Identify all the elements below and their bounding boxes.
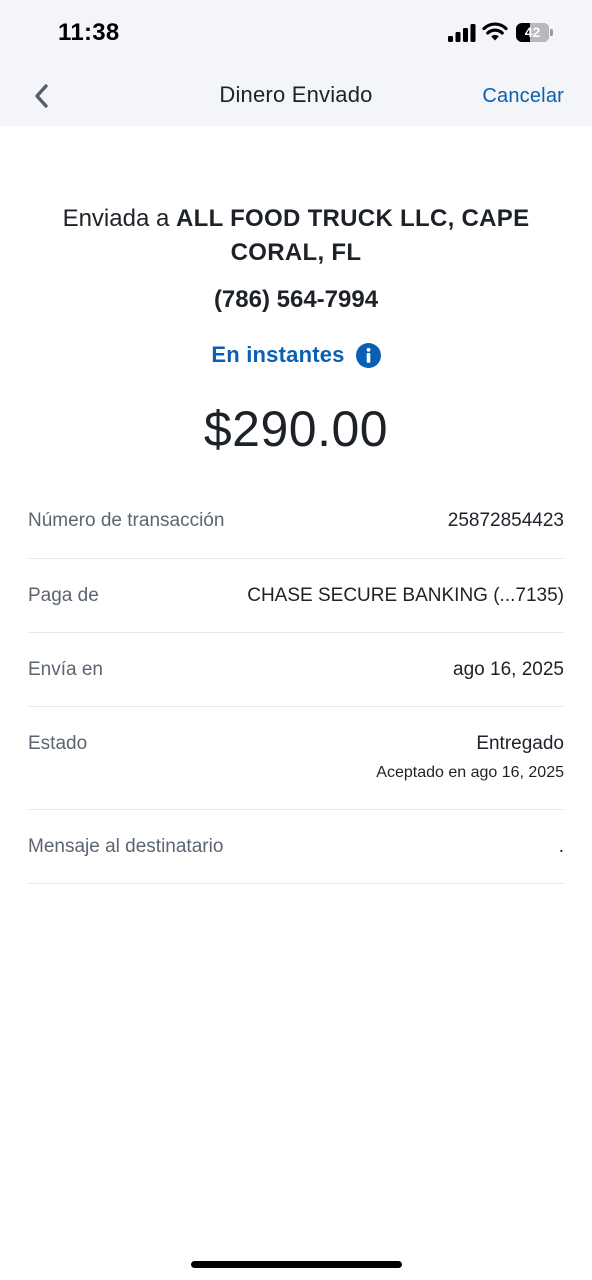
detail-row-status: Estado Entregado Aceptado en ago 16, 202… [28,707,564,810]
recipient-phone: (786) 564-7994 [213,286,379,313]
detail-value: Entregado [476,733,564,754]
detail-value: 25872854423 [447,510,564,531]
status-bar: 11:38 42 [0,0,592,66]
detail-label: Paga de [28,585,99,606]
battery-level: 42 [524,24,541,40]
battery-cap [550,29,553,36]
cancel-button[interactable]: Cancelar [482,85,564,108]
details-list: Número de transacción 25872854423 Paga d… [28,484,564,884]
detail-value: CHASE SECURE BANKING (...7135) [247,585,564,606]
detail-subvalue: Aceptado en ago 16, 2025 [376,764,564,781]
delivery-speed: En instantes [0,342,592,368]
detail-label: Envía en [28,659,103,680]
wifi-icon [482,22,508,41]
detail-row-paid-from: Paga de CHASE SECURE BANKING (...7135) [28,559,564,633]
cellular-signal-icon [448,24,476,42]
recipient-line: Enviada a ALL FOOD TRUCK LLC, CAPE CORAL… [40,202,552,270]
delivery-speed-label: En instantes [211,342,345,367]
status-time: 11:38 [58,19,120,46]
info-icon[interactable] [355,342,381,368]
top-bar: 11:38 42 Dinero Enviado Cancelar [0,0,592,126]
detail-label: Estado [28,733,88,754]
home-indicator [191,1261,402,1268]
detail-row-message: Mensaje al destinatario . [28,810,564,884]
battery-icon: 42 [516,23,549,42]
detail-row-transaction-number: Número de transacción 25872854423 [28,484,564,559]
detail-value: ago 16, 2025 [453,659,564,680]
navigation-bar: Dinero Enviado Cancelar [0,66,592,126]
detail-label: Número de transacción [28,510,225,531]
amount: $290.00 [203,401,389,457]
recipient-name: ALL FOOD TRUCK LLC, CAPE CORAL, FL [176,205,530,266]
detail-value: . [558,836,564,857]
detail-row-send-date: Envía en ago 16, 2025 [28,633,564,707]
recipient-prefix: Enviada a [62,205,176,232]
detail-label: Mensaje al destinatario [28,836,224,857]
